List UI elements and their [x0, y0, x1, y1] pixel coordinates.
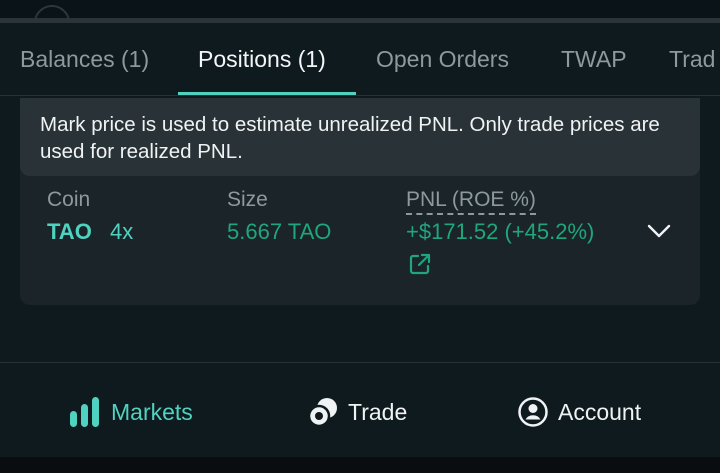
tab-balances[interactable]: Balances (1) [20, 23, 149, 96]
user-circle-icon [518, 397, 548, 427]
tab-open-orders[interactable]: Open Orders [376, 23, 509, 96]
top-header-strip [0, 0, 720, 18]
position-coin[interactable]: TAO [47, 219, 92, 245]
tab-twap[interactable]: TWAP [561, 23, 627, 96]
bar-chart-icon [70, 397, 99, 427]
system-bar [0, 457, 720, 473]
position-size: 5.667 TAO [227, 219, 332, 244]
positions-screen: Balances (1) Positions (1) Open Orders T… [0, 0, 720, 473]
position-pnl: +$171.52 (+45.2%) [406, 219, 595, 244]
account-tabs: Balances (1) Positions (1) Open Orders T… [0, 23, 720, 96]
nav-account-label: Account [558, 399, 642, 425]
chevron-down-icon[interactable] [646, 222, 672, 240]
tabs-divider [0, 95, 720, 96]
tab-positions[interactable]: Positions (1) [198, 23, 326, 96]
coins-icon [307, 398, 337, 428]
position-leverage: 4x [110, 219, 134, 244]
column-header-size: Size [227, 188, 268, 211]
external-link-icon[interactable] [408, 252, 432, 276]
column-header-pnl[interactable]: PNL (ROE %) [406, 188, 536, 215]
column-header-coin: Coin [47, 188, 91, 211]
bottom-nav-divider [0, 362, 720, 363]
pnl-tooltip-text: Mark price is used to estimate unrealize… [40, 113, 660, 163]
header-avatar-icon[interactable] [34, 5, 70, 18]
tab-trade-history[interactable]: Trad [669, 23, 715, 96]
nav-markets[interactable]: Markets [68, 392, 193, 432]
nav-trade-label: Trade [348, 399, 408, 425]
nav-trade[interactable]: Trade [307, 392, 407, 432]
nav-markets-label: Markets [111, 399, 193, 425]
nav-account[interactable]: Account [517, 392, 641, 432]
